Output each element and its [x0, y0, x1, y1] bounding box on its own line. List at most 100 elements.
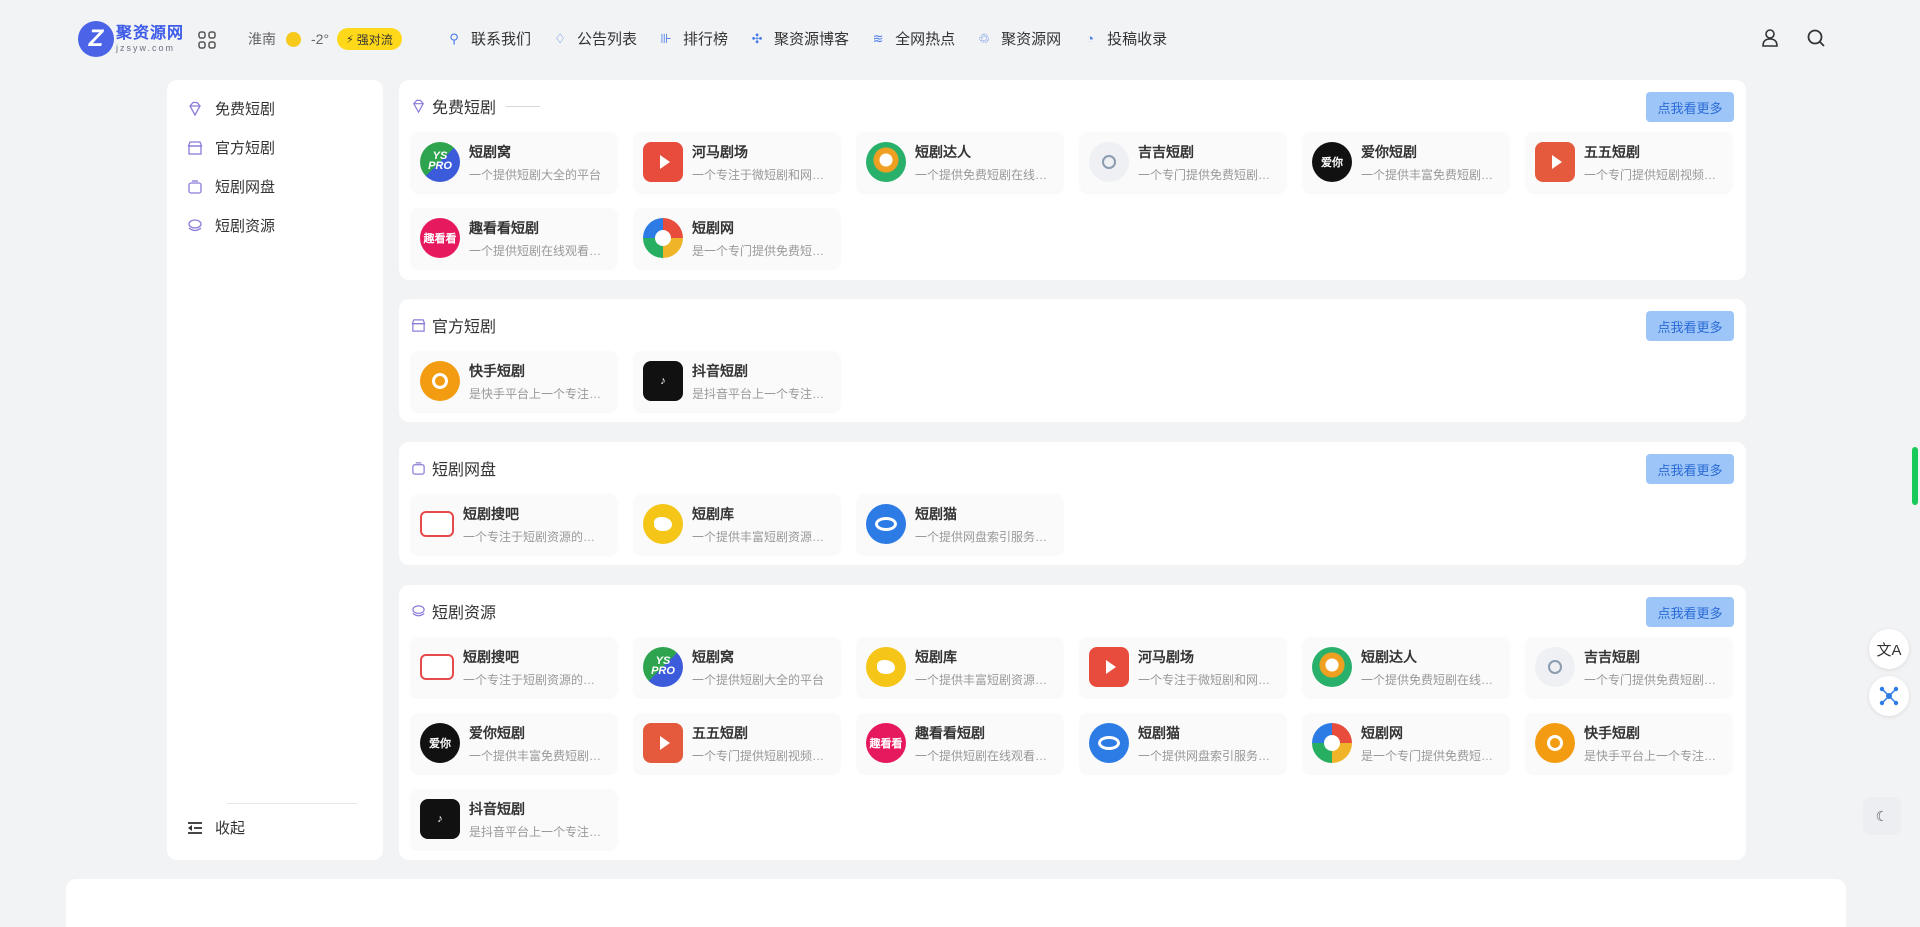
site-desc: 一个专门提供短剧视频的平台	[692, 748, 832, 763]
site-card[interactable]: 爱你 爱你短剧 一个提供丰富免费短剧资源	[411, 713, 617, 773]
site-name: 短剧窝	[469, 143, 511, 160]
nav-item-3[interactable]: ✣ 聚资源博客	[750, 28, 849, 49]
nav-item-5[interactable]: ♲ 聚资源网	[977, 28, 1061, 49]
site-card[interactable]: 趣看看趣看看短剧一个提供短剧在线观看的平台	[411, 208, 617, 268]
sidebar-item-label: 短剧网盘	[215, 179, 276, 196]
site-card[interactable]: 短剧网是一个专门提供免费短剧的	[1303, 713, 1509, 773]
site-desc: 一个提供短剧在线观看的平台	[915, 748, 1055, 763]
douyin-logo-icon: ♪	[420, 799, 460, 839]
see-more-button[interactable]: 点我看更多	[1646, 311, 1734, 341]
weather-alert-badge[interactable]: ⚡ 强对流	[337, 28, 402, 50]
nav-item-2[interactable]: ⊪ 排行榜	[659, 28, 728, 49]
site-desc: 是快手平台上一个专注于短剧	[469, 386, 609, 401]
nav-item-0[interactable]: ⚲ 联系我们	[447, 28, 531, 49]
site-name: 快手短剧	[469, 362, 525, 379]
qukankan-logo-icon: 趣看看	[420, 218, 460, 258]
pie-icon: ◔	[1086, 31, 1095, 46]
nav-item-4[interactable]: ≋ 全网热点	[871, 28, 955, 49]
bolt-icon: ⚡	[346, 33, 354, 46]
site-card[interactable]: 短剧网是一个专门提供免费短剧的	[634, 208, 840, 268]
weather-city: 淮南	[248, 31, 276, 47]
section-3: 短剧资源 点我看更多 DJ 短剧搜吧 一个专注于短剧资源的搜索 YS PRO 短剧窝 一个提供…	[399, 585, 1746, 860]
sidebar-item-3[interactable]: 短剧资源	[167, 206, 383, 245]
site-name: 五五短剧	[692, 724, 748, 741]
site-desc: 一个专门提供免费短剧的平台	[1138, 167, 1278, 182]
translate-button[interactable]: 文A	[1869, 629, 1909, 669]
sidebar-item-2[interactable]: 短剧网盘	[167, 167, 383, 206]
nav-item-6[interactable]: ◔ 投稿收录	[1083, 28, 1167, 49]
dark-mode-toggle[interactable]: ☾	[1863, 797, 1901, 835]
site-name: 吉吉短剧	[1584, 648, 1640, 665]
section-title-text: 免费短剧	[432, 100, 497, 117]
site-name: 短剧搜吧	[463, 505, 519, 522]
site-card[interactable]: 快手短剧是快手平台上一个专注于短剧	[1526, 713, 1732, 773]
globe-icon	[1535, 647, 1575, 687]
sidebar-item-0[interactable]: 免费短剧	[167, 89, 383, 128]
see-more-button[interactable]: 点我看更多	[1646, 454, 1734, 484]
dj-search-logo-icon: DJ	[420, 654, 454, 680]
site-desc: 一个提供丰富免费短剧资源	[469, 748, 609, 763]
site-desc: 是一个专门提供免费短剧的	[1361, 748, 1501, 763]
store-icon	[187, 140, 203, 155]
site-card[interactable]: YS PRO 短剧窝 一个提供短剧大全的平台	[411, 132, 617, 192]
logo-mark-icon: Z	[78, 21, 114, 57]
site-name: 趣看看短剧	[469, 219, 539, 236]
site-name: 短剧网	[1361, 724, 1403, 741]
site-card[interactable]: ♪ 抖音短剧是抖音平台上一个专注于短剧	[411, 789, 617, 849]
site-desc: 是一个专门提供免费短剧的	[692, 243, 832, 258]
site-desc: 是抖音平台上一个专注于短剧	[692, 386, 832, 401]
site-name: 吉吉短剧	[1138, 143, 1194, 160]
site-card[interactable]: 吉吉短剧一个专门提供免费短剧的平台	[1526, 637, 1732, 697]
site-card[interactable]: 短剧库一个提供丰富短剧资源的平台	[857, 637, 1063, 697]
see-more-button[interactable]: 点我看更多	[1646, 597, 1734, 627]
site-card[interactable]: 爱你 爱你短剧 一个提供丰富免费短剧资源	[1303, 132, 1509, 192]
icon-text: DJ	[429, 661, 445, 673]
site-desc: 一个提供免费短剧在线观看	[915, 167, 1055, 182]
site-desc: 一个提供短剧在线观看的平台	[469, 243, 609, 258]
hema-play-icon	[643, 142, 683, 182]
site-card[interactable]: 短剧猫一个提供网盘索引服务的平台	[857, 494, 1063, 554]
chart-icon: ⊪	[660, 30, 672, 46]
collapse-sidebar-button[interactable]: 收起	[187, 817, 245, 838]
site-card[interactable]: YS PRO 短剧窝 一个提供短剧大全的平台	[634, 637, 840, 697]
site-card[interactable]: DJ 短剧搜吧 一个专注于短剧资源的搜索	[411, 637, 617, 697]
site-name: 爱你短剧	[1361, 143, 1417, 160]
user-icon[interactable]	[1760, 28, 1780, 48]
aini-logo-icon: 爱你	[1312, 142, 1352, 182]
site-card[interactable]: 五五短剧一个专门提供短剧视频的平台	[634, 713, 840, 773]
site-card[interactable]: 短剧库一个提供丰富短剧资源的平台	[634, 494, 840, 554]
see-more-button[interactable]: 点我看更多	[1646, 92, 1734, 122]
site-card[interactable]: 短剧猫一个提供网盘索引服务的平台	[1080, 713, 1286, 773]
network-button[interactable]	[1869, 676, 1909, 716]
site-name: 短剧网	[692, 219, 734, 236]
site-name: 短剧达人	[915, 143, 971, 160]
dj-search-logo-icon: DJ	[420, 511, 454, 537]
wuwu-play-icon	[1535, 142, 1575, 182]
nav-item-label: 全网热点	[895, 31, 956, 48]
site-card[interactable]: 五五短剧一个专门提供短剧视频的平台	[1526, 132, 1732, 192]
site-card[interactable]: 河马剧场 一个专注于微短剧和网络剧	[634, 132, 840, 192]
icon-text: YS PRO	[651, 655, 675, 677]
site-card[interactable]: 短剧达人一个提供免费短剧在线观看	[857, 132, 1063, 192]
scrollbar-thumb[interactable]	[1912, 447, 1918, 505]
section-title: 免费短剧	[411, 94, 541, 118]
site-name: 河马剧场	[692, 143, 748, 160]
site-card[interactable]: 短剧达人 一个提供免费短剧在线观看	[1303, 637, 1509, 697]
icon-text: 爱你	[429, 738, 451, 750]
icon-text: YS PRO	[428, 150, 452, 172]
site-card[interactable]: 河马剧场 一个专注于微短剧和网络剧	[1080, 637, 1286, 697]
site-card[interactable]: 快手短剧是快手平台上一个专注于短剧	[411, 351, 617, 411]
site-logo[interactable]: Z 聚资源网 jzsyw.com	[78, 20, 190, 58]
site-card[interactable]: 吉吉短剧一个专门提供免费短剧的平台	[1080, 132, 1286, 192]
nav-item-1[interactable]: ♢ 公告列表	[553, 28, 637, 49]
sidebar-item-1[interactable]: 官方短剧	[167, 128, 383, 167]
site-card[interactable]: 趣看看趣看看短剧一个提供短剧在线观看的平台	[857, 713, 1063, 773]
site-desc: 是快手平台上一个专注于短剧	[1584, 748, 1724, 763]
wuwu-play-icon	[643, 723, 683, 763]
search-icon[interactable]	[1806, 28, 1826, 48]
site-card[interactable]: DJ 短剧搜吧 一个专注于短剧资源的搜索	[411, 494, 617, 554]
site-card[interactable]: ♪ 抖音短剧是抖音平台上一个专注于短剧	[634, 351, 840, 411]
sidebar-item-label: 短剧资源	[215, 218, 276, 235]
apps-grid-icon[interactable]	[198, 31, 216, 49]
nav-item-label: 聚资源博客	[774, 31, 850, 48]
